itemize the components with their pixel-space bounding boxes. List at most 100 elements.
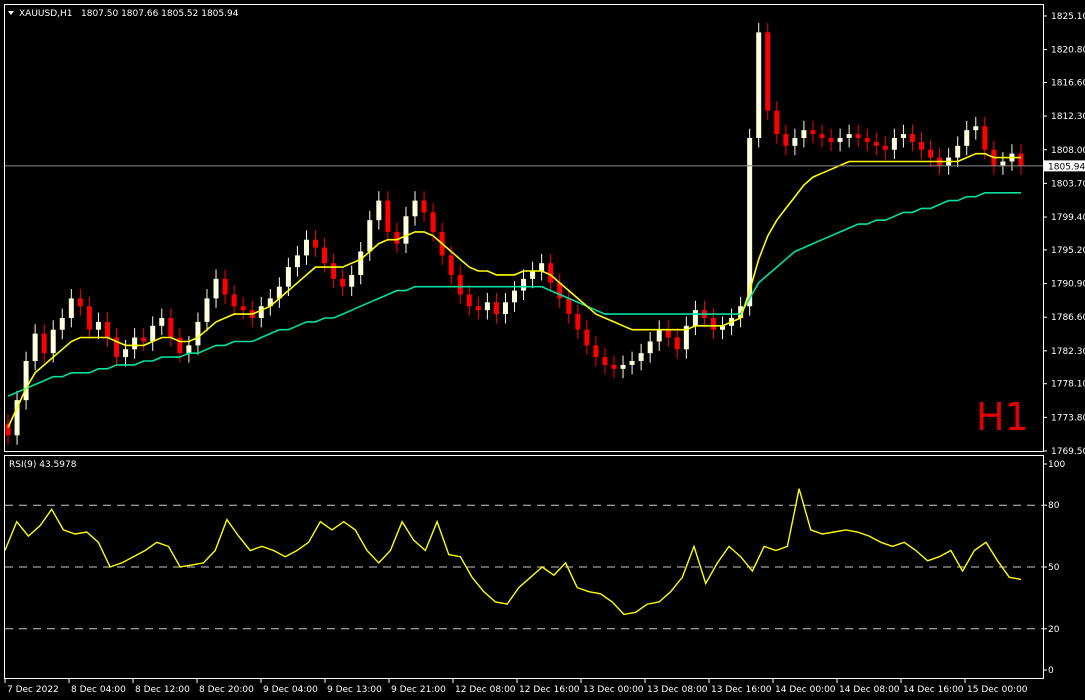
candle-bull	[530, 271, 536, 279]
rsi-tick-label: 80	[1048, 501, 1060, 511]
candle-bear	[475, 306, 481, 311]
candle-bull	[792, 138, 798, 146]
candle-bull	[50, 329, 56, 354]
candle-bear	[774, 110, 780, 135]
candle-bear	[77, 298, 83, 307]
time-tick-label: 8 Dec 12:00	[135, 685, 190, 695]
price-tick-label: 1795.20	[1051, 246, 1085, 256]
rsi-title: RSI(9) 43.5978	[9, 460, 77, 470]
time-tick-label: 12 Dec 08:00	[455, 685, 516, 695]
candle-bear	[909, 134, 915, 142]
candle-bull	[484, 302, 490, 311]
candle-bull	[521, 278, 527, 291]
candle-bull	[123, 349, 129, 358]
rsi-tick-label: 20	[1048, 625, 1060, 635]
candle-bull	[294, 255, 300, 268]
time-tick-label: 14 Dec 16:00	[903, 685, 964, 695]
candle-bull	[213, 278, 219, 299]
candle-bull	[837, 138, 843, 142]
candle-bull	[629, 361, 635, 365]
time-tick-label: 13 Dec 00:00	[583, 685, 644, 695]
candle-bull	[412, 200, 418, 217]
timeframe-watermark: H1	[976, 395, 1029, 439]
candle-bull	[512, 290, 517, 303]
candle-bull	[756, 32, 762, 139]
candle-bull	[692, 310, 698, 326]
candle-bear	[168, 317, 174, 338]
candle-bull	[132, 337, 138, 350]
candle-bear	[240, 306, 246, 311]
price-tick-label: 1825.10	[1051, 12, 1085, 22]
time-tick-label: 13 Dec 08:00	[647, 685, 708, 695]
candle-bull	[150, 325, 156, 342]
candle-bull	[285, 267, 291, 287]
candle-bear	[882, 145, 888, 150]
time-tick-label: 14 Dec 00:00	[775, 685, 836, 695]
candle-bull	[303, 239, 309, 256]
candle-bear	[466, 294, 472, 307]
candle-bear	[828, 138, 834, 142]
candle-bear	[493, 302, 499, 315]
price-tick-label: 1782.30	[1051, 347, 1085, 357]
candle-bear	[313, 239, 319, 248]
price-tick-label: 1773.80	[1051, 413, 1085, 423]
candle-bull	[195, 321, 201, 346]
candle-bull	[900, 134, 906, 139]
candle-bear	[765, 32, 771, 111]
candle-bear	[873, 141, 879, 146]
candle-bear	[593, 345, 599, 358]
candle-bear	[141, 337, 147, 342]
time-tick-label: 15 Dec 00:00	[967, 685, 1028, 695]
candle-bear	[322, 247, 328, 264]
candle-bear	[783, 134, 789, 146]
price-tick-label: 1808.00	[1051, 146, 1085, 156]
time-tick-label: 7 Dec 2022	[7, 685, 59, 695]
candle-bear	[430, 212, 436, 232]
candle-bear	[457, 274, 463, 295]
time-tick-label: 12 Dec 16:00	[519, 685, 580, 695]
time-tick-label: 14 Dec 08:00	[839, 685, 900, 695]
candle-bear	[611, 364, 617, 369]
time-tick-label: 9 Dec 13:00	[327, 685, 382, 695]
candle-bear	[1018, 153, 1024, 166]
candle-bear	[548, 263, 554, 283]
candle-bear	[674, 337, 680, 350]
candle-bear	[448, 255, 454, 275]
candle-bull	[403, 216, 409, 244]
candle-bear	[86, 306, 92, 330]
candle-bear	[819, 134, 825, 139]
candle-bull	[68, 298, 74, 318]
candle-bull	[955, 145, 961, 158]
candle-bear	[421, 200, 427, 213]
price-tick-label: 1812.30	[1051, 112, 1085, 122]
candle-bull	[801, 130, 807, 139]
candle-bear	[41, 333, 47, 354]
candle-bear	[566, 298, 572, 315]
candle-bear	[710, 317, 716, 330]
price-tick-label: 1786.60	[1051, 313, 1085, 323]
candle-bull	[973, 126, 979, 131]
time-tick-label: 8 Dec 04:00	[71, 685, 126, 695]
rsi-tick-label: 50	[1048, 563, 1060, 573]
price-tick-label: 1799.40	[1051, 213, 1085, 223]
candle-bull	[59, 317, 65, 330]
price-chart[interactable]: 1825.10 1820.80 1816.60 1812.30 1808.00 1803.…	[0, 0, 1085, 700]
candle-bear	[919, 141, 925, 150]
candle-bull	[186, 345, 192, 354]
candle-bull	[891, 138, 897, 150]
ohlc-readout: 1807.50 1807.66 1805.52 1805.94	[81, 9, 239, 19]
candle-bear	[982, 126, 988, 150]
candle-bull	[349, 274, 355, 287]
candle-bear	[810, 130, 816, 135]
candle-bear	[928, 149, 934, 158]
candle-bull	[656, 329, 662, 342]
candle-bull	[367, 220, 373, 252]
candle-bear	[340, 278, 346, 287]
candle-bull	[95, 321, 101, 330]
candle-bear	[231, 294, 237, 307]
candle-bull	[32, 333, 38, 362]
candle-bull	[747, 138, 753, 307]
price-tick-label: 1816.60	[1051, 78, 1085, 88]
symbol-label: XAUUSD,H1	[19, 9, 73, 19]
candle-bear	[864, 138, 870, 142]
